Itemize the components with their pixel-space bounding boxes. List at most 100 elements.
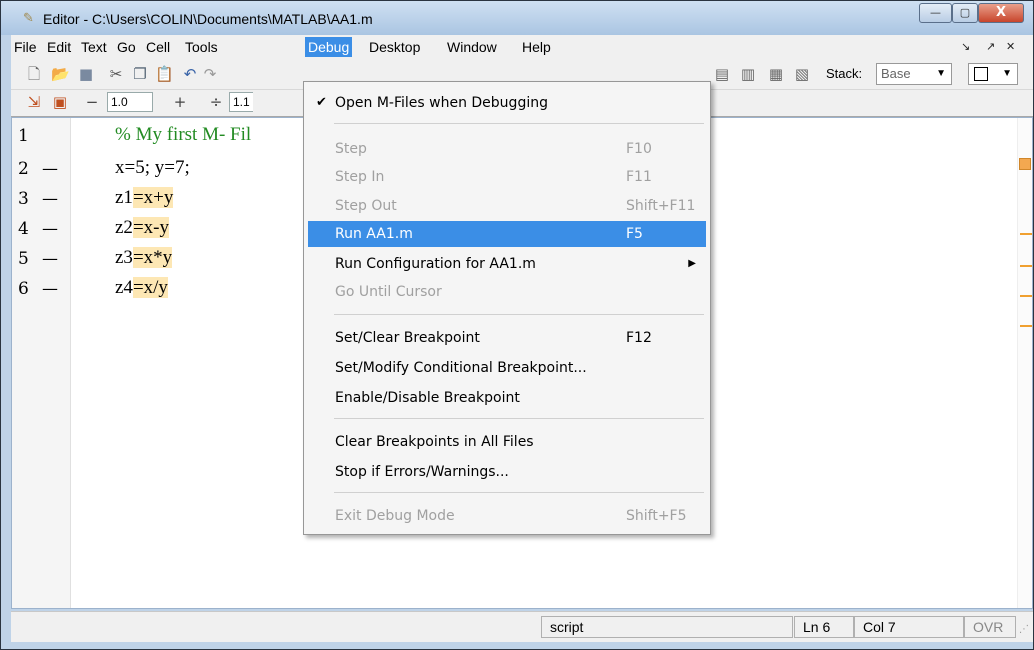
stack-select[interactable]: Base ▼	[876, 63, 952, 85]
eval-cell-icon[interactable]: ▣	[51, 93, 69, 111]
breakpoint-dash[interactable]: —	[42, 219, 58, 238]
chevron-down-icon: ▼	[936, 68, 946, 79]
decrement-button[interactable]: −	[83, 93, 101, 111]
square-icon	[974, 67, 988, 81]
menu-edit[interactable]: Edit	[44, 37, 74, 57]
step-out-icon[interactable]: ▧	[793, 65, 811, 83]
title-bar[interactable]: ✎ Editor - C:\Users\COLIN\Documents\MATL…	[1, 1, 1033, 35]
line-number: 6	[18, 279, 29, 299]
menu-item-set-clear-breakpoint[interactable]: Set/Clear Breakpoint F12	[308, 325, 706, 351]
insert-cell-icon[interactable]: ⇲	[25, 93, 43, 111]
increment-button[interactable]: +	[171, 93, 189, 111]
step-in-icon[interactable]: ▦	[767, 65, 785, 83]
warning-marker-bar[interactable]	[1017, 118, 1032, 608]
menu-item-label: Run Configuration for AA1.m	[335, 256, 536, 272]
open-folder-icon[interactable]: 📂	[51, 65, 70, 83]
menu-item-clear-all-breakpoints[interactable]: Clear Breakpoints in All Files	[308, 429, 706, 455]
close-doc-icon[interactable]: ✕	[1006, 37, 1015, 57]
menu-item-label: Stop if Errors/Warnings...	[335, 464, 509, 480]
breakpoint-dash[interactable]: —	[42, 159, 58, 178]
code-line[interactable]: z4=x/y	[115, 277, 168, 299]
code-expr: =x-y	[132, 217, 169, 238]
menu-item-label: Exit Debug Mode	[335, 508, 455, 524]
code-line[interactable]: x=5; y=7;	[115, 157, 190, 179]
divide-button[interactable]: ÷	[207, 93, 225, 111]
menu-item-enable-disable-breakpoint[interactable]: Enable/Disable Breakpoint	[308, 385, 706, 411]
redo-icon[interactable]: ↷	[201, 65, 219, 83]
copy-icon[interactable]: ❐	[131, 65, 149, 83]
minimize-button[interactable]: —	[919, 3, 952, 23]
menu-item-run[interactable]: Run AA1.m F5	[308, 221, 706, 247]
menu-item-run-configuration[interactable]: Run Configuration for AA1.m ▶	[308, 251, 706, 277]
menu-item-go-until-cursor[interactable]: Go Until Cursor	[308, 279, 706, 305]
check-icon: ✔	[316, 95, 327, 110]
cut-icon[interactable]: ✂	[107, 65, 125, 83]
menu-item-stop-if-errors[interactable]: Stop if Errors/Warnings...	[308, 459, 706, 485]
warning-marker[interactable]	[1020, 295, 1032, 297]
menu-help[interactable]: Help	[519, 37, 554, 57]
warning-marker[interactable]	[1020, 233, 1032, 235]
menu-item-exit-debug[interactable]: Exit Debug Mode Shift+F5	[308, 503, 706, 529]
step-icon[interactable]: ▥	[739, 65, 757, 83]
menu-item-step-in[interactable]: Step In F11	[308, 164, 706, 190]
menu-bar: File Edit Text Go Cell Tools Debug Deskt…	[11, 35, 1033, 60]
menu-item-conditional-breakpoint[interactable]: Set/Modify Conditional Breakpoint...	[308, 355, 706, 381]
close-button[interactable]: X	[978, 3, 1024, 23]
menu-item-label: Enable/Disable Breakpoint	[335, 390, 520, 406]
code-var: z1	[115, 187, 133, 208]
breakpoint-dash[interactable]: —	[42, 279, 58, 298]
status-line: Ln 6	[794, 616, 854, 638]
code-line[interactable]: % My first M- Fil	[115, 124, 251, 146]
layout-select[interactable]: ▼	[968, 63, 1018, 85]
menu-item-label: Step In	[335, 169, 385, 185]
divide-value-input[interactable]: 1.1	[229, 92, 253, 112]
menu-separator	[334, 123, 704, 124]
breakpoint-dash[interactable]: —	[42, 249, 58, 268]
menu-desktop[interactable]: Desktop	[366, 37, 423, 57]
undo-icon[interactable]: ↶	[181, 65, 199, 83]
code-line[interactable]: z2=x-y	[115, 217, 169, 239]
breakpoint-dash[interactable]: —	[42, 189, 58, 208]
menu-debug[interactable]: Debug	[305, 37, 353, 57]
code-line[interactable]: z1=x+y	[115, 187, 174, 209]
menu-separator	[334, 314, 704, 315]
warning-marker[interactable]	[1020, 265, 1032, 267]
increment-value-input[interactable]: 1.0	[107, 92, 153, 112]
code-line[interactable]: z3=x*y	[115, 247, 173, 269]
code-var: z2	[115, 217, 133, 238]
menu-cell[interactable]: Cell	[143, 37, 173, 57]
menu-item-step-out[interactable]: Step Out Shift+F11	[308, 193, 706, 219]
menu-item-shortcut: F10	[626, 141, 652, 157]
menu-item-shortcut: F5	[626, 226, 643, 242]
code-var: z3	[115, 247, 133, 268]
menu-go[interactable]: Go	[114, 37, 139, 57]
menu-item-label: Set/Modify Conditional Breakpoint...	[335, 360, 587, 376]
menu-file[interactable]: File	[11, 37, 40, 57]
warning-marker[interactable]	[1020, 325, 1032, 327]
menu-item-shortcut: F11	[626, 169, 652, 185]
menu-text[interactable]: Text	[78, 37, 110, 57]
debug-menu-dropdown: ✔ Open M-Files when Debugging Step F10 S…	[303, 81, 711, 535]
code-expr: =x+y	[132, 187, 174, 208]
menu-item-step[interactable]: Step F10	[308, 136, 706, 162]
maximize-button[interactable]: ▢	[952, 3, 978, 23]
editor-window: ✎ Editor - C:\Users\COLIN\Documents\MATL…	[0, 0, 1034, 650]
menu-tools[interactable]: Tools	[182, 37, 221, 57]
menu-item-label: Run AA1.m	[335, 226, 413, 242]
paste-icon[interactable]: 📋	[155, 65, 174, 83]
undock-icon[interactable]: ↘	[961, 37, 970, 57]
menu-item-label: Step Out	[335, 198, 397, 214]
editor-app-icon: ✎	[23, 11, 34, 26]
line-number: 2	[18, 159, 29, 179]
warning-indicator-icon[interactable]	[1019, 158, 1031, 170]
code-expr: =x/y	[132, 277, 168, 298]
save-icon[interactable]: ■	[77, 65, 95, 83]
maximize-icon: ▢	[959, 6, 971, 19]
new-file-icon[interactable]: 🗋	[25, 65, 43, 83]
menu-separator	[334, 418, 704, 419]
resize-grip-icon[interactable]: ⋰	[1019, 624, 1029, 635]
menu-window[interactable]: Window	[444, 37, 500, 57]
menu-item-open-mfiles[interactable]: ✔ Open M-Files when Debugging	[308, 90, 706, 116]
breakpoint-icon[interactable]: ▤	[713, 65, 731, 83]
maximize-doc-icon[interactable]: ↗	[986, 37, 995, 57]
